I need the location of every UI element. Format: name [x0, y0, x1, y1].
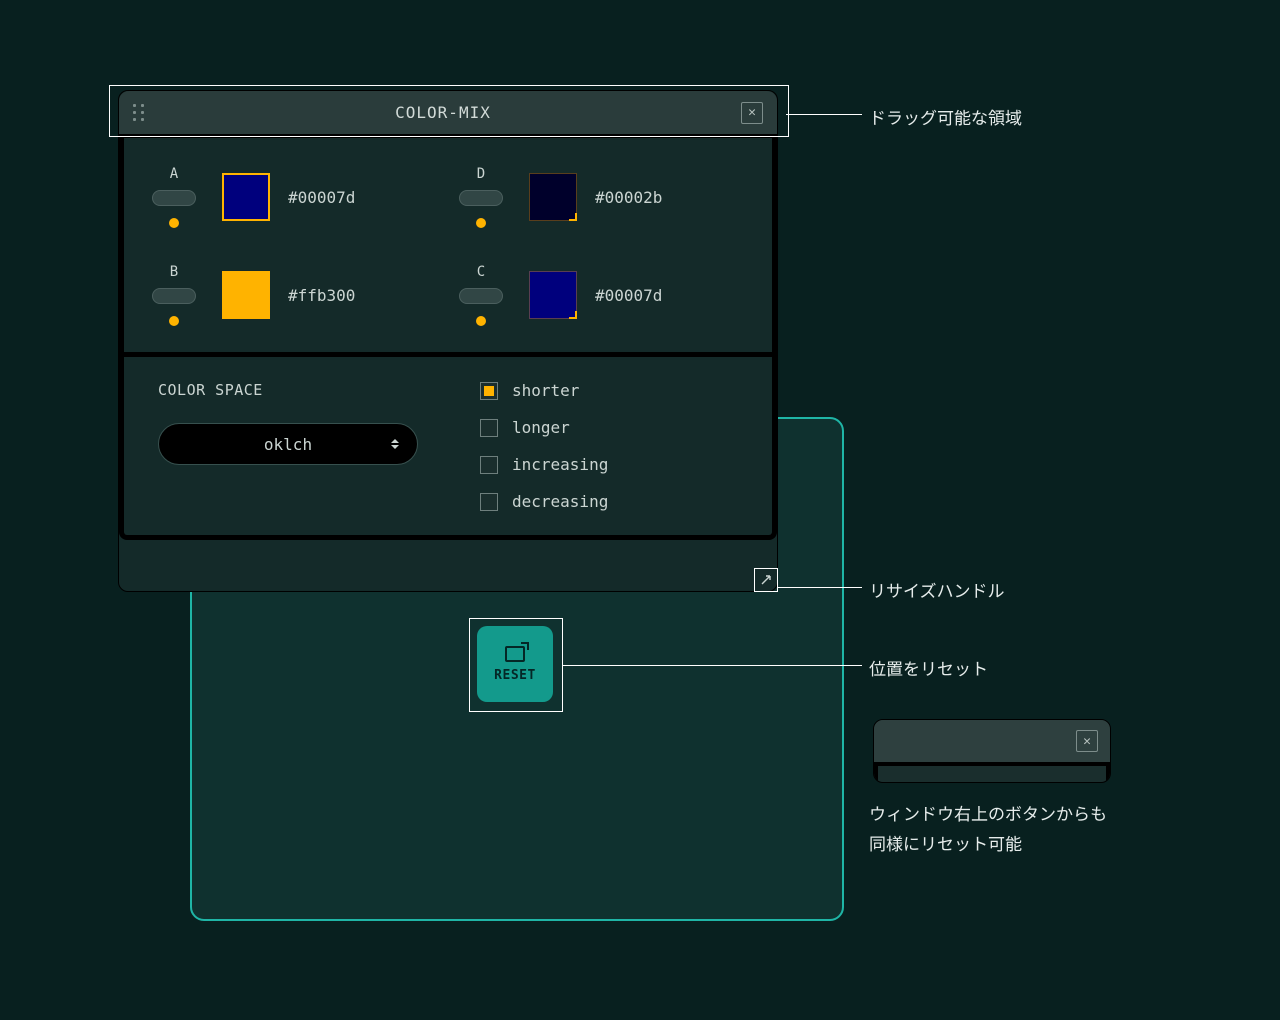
hex-a: #00007d	[288, 188, 355, 207]
checkbox-increasing[interactable]	[480, 456, 498, 474]
mini-window: ✕	[873, 719, 1111, 783]
mini-close-button[interactable]: ✕	[1076, 730, 1098, 752]
annotation-mini-caption-2: 同様にリセット可能	[869, 830, 1022, 855]
reset-label: RESET	[494, 668, 536, 683]
annotation-drag-area: ドラッグ可能な領域	[869, 104, 1022, 129]
option-increasing[interactable]: increasing	[480, 455, 742, 474]
hue-interpolation-options: shorter longer increasing decreasing	[480, 381, 742, 511]
option-label-increasing: increasing	[512, 455, 608, 474]
annotation-reset-position: 位置をリセット	[869, 655, 988, 680]
panel-title: COLOR-MIX	[145, 103, 741, 122]
option-decreasing[interactable]: decreasing	[480, 492, 742, 511]
swatch-c[interactable]	[529, 271, 577, 319]
swatch-b[interactable]	[222, 271, 270, 319]
checkbox-decreasing[interactable]	[480, 493, 498, 511]
hex-d: #00002b	[595, 188, 662, 207]
swatch-label-b: B	[170, 264, 178, 280]
option-label-longer: longer	[512, 418, 570, 437]
leader-line	[786, 114, 862, 115]
swatch-section: A #00007d D #00002b B	[119, 135, 777, 357]
option-label-decreasing: decreasing	[512, 492, 608, 511]
leader-line	[778, 587, 862, 588]
swatch-row-c: C #00007d	[451, 264, 752, 326]
slider-thumb-b[interactable]	[169, 316, 179, 326]
hex-b: #ffb300	[288, 286, 355, 305]
swatch-label-d: D	[477, 166, 485, 182]
mini-titlebar: ✕	[874, 720, 1110, 762]
chevron-updown-icon	[391, 439, 399, 449]
slider-d[interactable]	[459, 190, 503, 206]
annotation-resize-handle: リサイズハンドル	[869, 577, 1005, 602]
color-space-select[interactable]: oklch	[158, 423, 418, 465]
slider-b[interactable]	[152, 288, 196, 304]
reset-icon	[505, 646, 525, 662]
checkbox-longer[interactable]	[480, 419, 498, 437]
swatch-label-a: A	[170, 166, 178, 182]
swatch-a[interactable]	[222, 173, 270, 221]
slider-c[interactable]	[459, 288, 503, 304]
swatch-d[interactable]	[529, 173, 577, 221]
settings-section: COLOR SPACE oklch shorter longer increas…	[119, 357, 777, 540]
drag-handle-icon[interactable]	[133, 104, 145, 122]
slider-thumb-d[interactable]	[476, 218, 486, 228]
resize-icon	[760, 574, 772, 586]
color-space-value: oklch	[264, 435, 312, 454]
hex-c: #00007d	[595, 286, 662, 305]
swatch-label-c: C	[477, 264, 485, 280]
titlebar[interactable]: COLOR-MIX ✕	[119, 91, 777, 135]
slider-thumb-a[interactable]	[169, 218, 179, 228]
close-button[interactable]: ✕	[741, 102, 763, 124]
leader-line	[562, 665, 862, 666]
resize-handle[interactable]	[754, 568, 778, 592]
color-mix-panel: COLOR-MIX ✕ A #00007d D	[118, 90, 778, 592]
color-space-label: COLOR SPACE	[158, 381, 420, 399]
slider-a[interactable]	[152, 190, 196, 206]
option-shorter[interactable]: shorter	[480, 381, 742, 400]
option-longer[interactable]: longer	[480, 418, 742, 437]
close-icon: ✕	[1083, 734, 1091, 749]
reset-button[interactable]: RESET	[477, 626, 553, 702]
checkbox-shorter[interactable]	[480, 382, 498, 400]
annotation-mini-caption-1: ウィンドウ右上のボタンからも	[869, 800, 1107, 825]
option-label-shorter: shorter	[512, 381, 579, 400]
swatch-row-a: A #00007d	[144, 166, 445, 228]
swatch-row-d: D #00002b	[451, 166, 752, 228]
mini-body	[874, 762, 1110, 783]
slider-thumb-c[interactable]	[476, 316, 486, 326]
swatch-row-b: B #ffb300	[144, 264, 445, 326]
close-icon: ✕	[748, 105, 756, 120]
